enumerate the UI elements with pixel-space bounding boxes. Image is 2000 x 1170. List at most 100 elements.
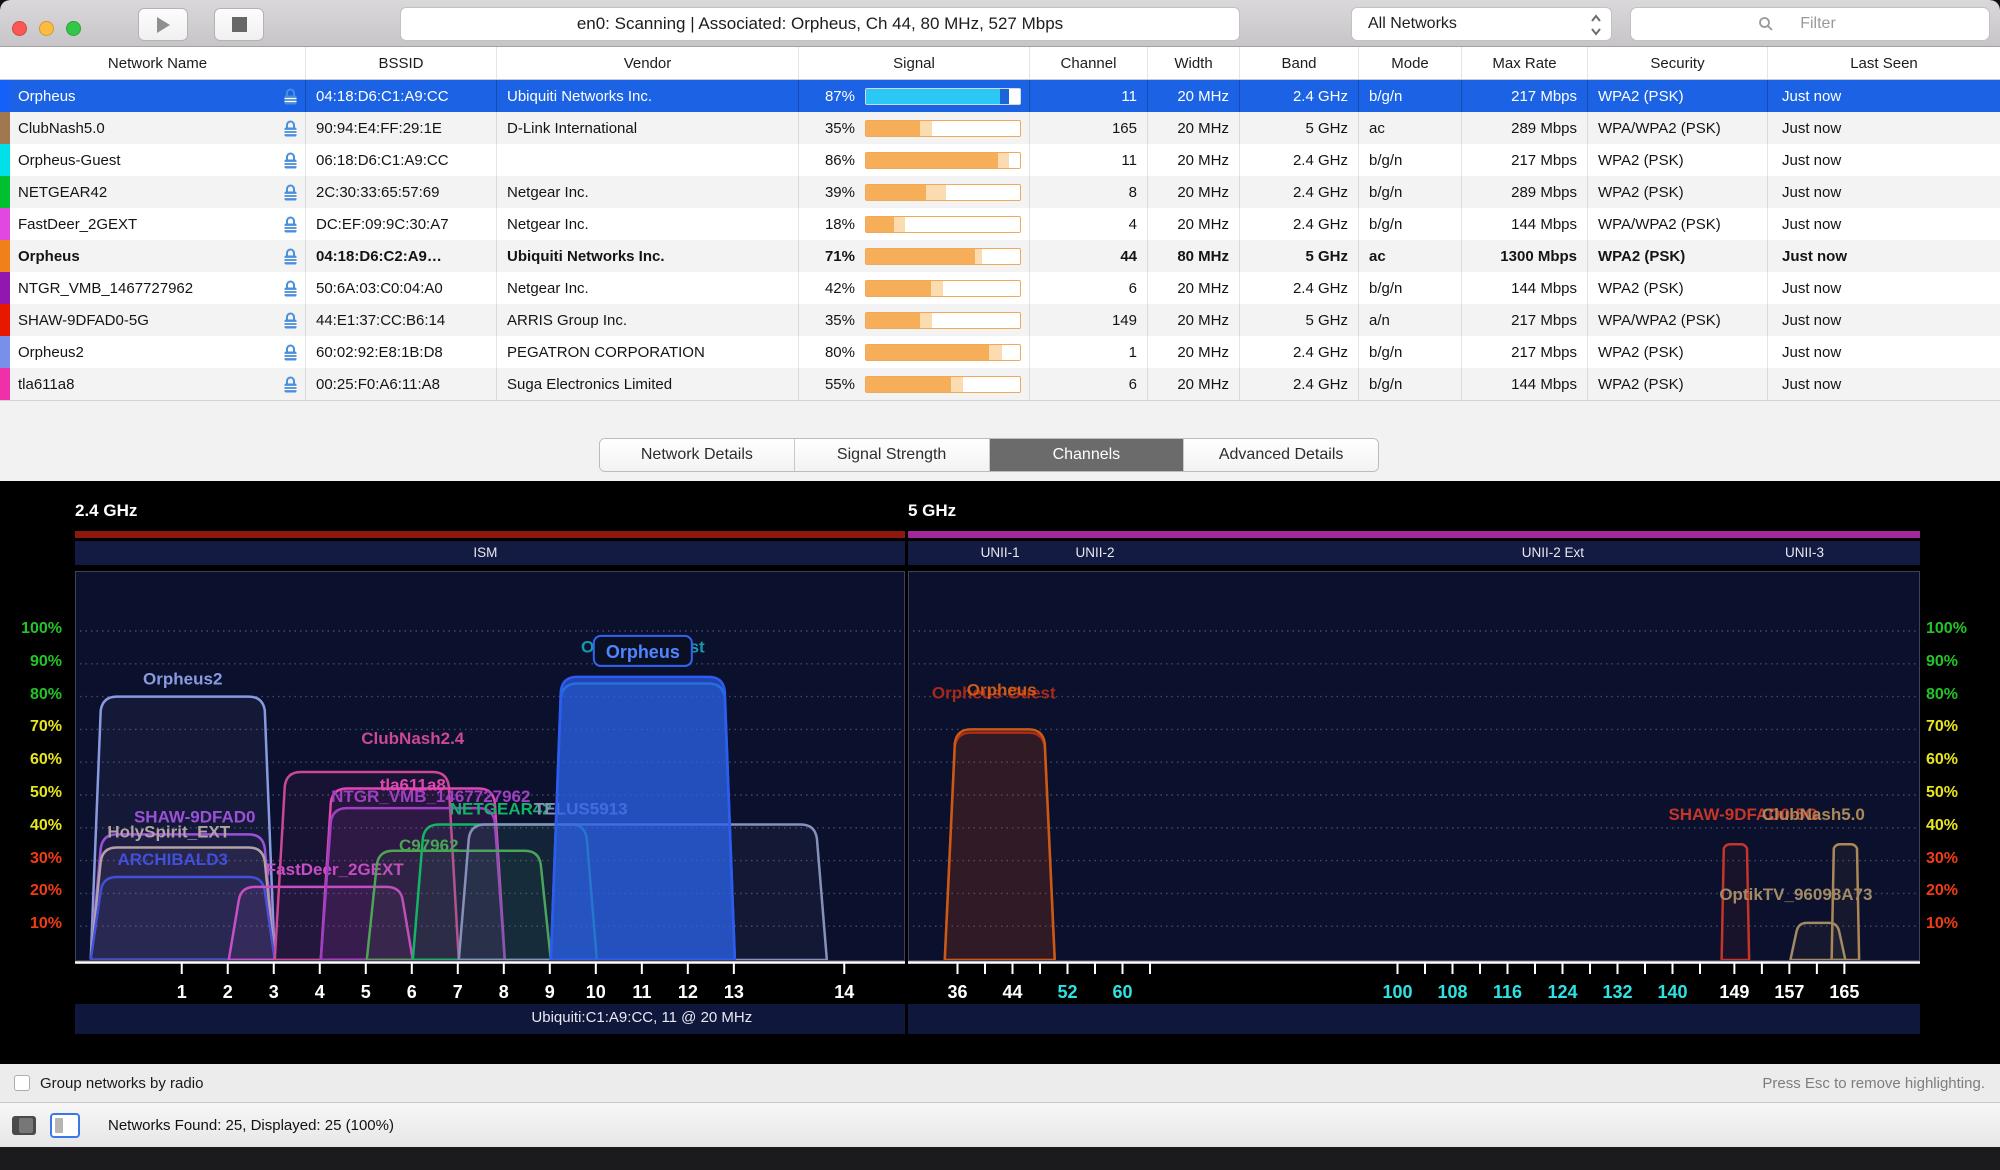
column-header[interactable]: BSSID <box>306 47 497 79</box>
table-row[interactable]: Orpheus-Guest06:18:D6:C1:A9:CC86%1120 MH… <box>0 144 2000 176</box>
charts-section: 10%10%20%20%30%30%40%40%50%50%60%60%70%7… <box>0 481 2000 1064</box>
channel-tick-label: 6 <box>407 982 417 1002</box>
signal-bar-value <box>866 185 926 200</box>
panel-toggle-icon[interactable] <box>50 1113 80 1138</box>
band-cell: 2.4 GHz <box>1240 368 1359 400</box>
close-window-button[interactable] <box>12 21 27 36</box>
channel-tick-label: 52 <box>1057 982 1077 1002</box>
network-curve-Orpheus[interactable]: Orpheus <box>551 636 735 960</box>
chart-footnote-text: Ubiquiti:C1:A9:CC, 11 @ 20 MHz <box>531 1009 752 1026</box>
network-label: ARCHIBALD3 <box>117 850 228 869</box>
signal-cell: 87% <box>799 80 1030 112</box>
y-axis-label-left: 60% <box>6 751 62 769</box>
network-label: HolySpirit_EXT <box>107 822 230 841</box>
lock-icon <box>283 88 298 105</box>
header-stripe-spacer <box>0 47 10 79</box>
signal-cell: 42% <box>799 272 1030 304</box>
seen-cell: Just now <box>1768 336 2000 368</box>
network-name: Orpheus-Guest <box>18 152 283 169</box>
width-cell: 20 MHz <box>1148 112 1240 144</box>
lock-icon-wrap <box>283 184 298 201</box>
lock-icon <box>283 248 298 265</box>
band-cell: 2.4 GHz <box>1240 80 1359 112</box>
zoom-window-button[interactable] <box>66 21 81 36</box>
column-header[interactable]: Signal <box>799 47 1030 79</box>
channel-chart-2.4ghz: 2.4 GHzISMOrpheus2SHAW-9DFAD0HolySpirit_… <box>75 481 905 1064</box>
column-header[interactable]: Network Name <box>10 47 306 79</box>
table-row[interactable]: FastDeer_2GEXTDC:EF:09:9C:30:A7Netgear I… <box>0 208 2000 240</box>
band-segment-label: UNII-2 <box>1075 545 1114 560</box>
network-color-stripe <box>0 240 10 272</box>
channel-tick-label: 3 <box>269 982 279 1002</box>
signal-percent: 80% <box>803 344 855 361</box>
options-row: Group networks by radio Press Esc to rem… <box>0 1064 2000 1102</box>
seen-cell: Just now <box>1768 208 2000 240</box>
network-curve-Orpheus[interactable]: Orpheus <box>945 680 1055 960</box>
band-color-bar <box>908 531 1920 538</box>
tab-signal-strength[interactable]: Signal Strength <box>795 439 990 471</box>
y-axis-label-right: 10% <box>1926 915 1982 933</box>
table-row[interactable]: SHAW-9DFAD0-5G44:E1:37:CC:B6:14ARRIS Gro… <box>0 304 2000 336</box>
networks-found-text: Networks Found: 25, Displayed: 25 (100%) <box>108 1117 394 1134</box>
network-name-cell: SHAW-9DFAD0-5G <box>10 304 306 336</box>
scan-start-button[interactable] <box>138 8 188 41</box>
security-cell: WPA2 (PSK) <box>1588 80 1768 112</box>
channel-tick-label: 165 <box>1829 982 1859 1002</box>
group-by-radio-checkbox[interactable] <box>14 1075 30 1091</box>
y-axis-label-right: 50% <box>1926 784 1982 802</box>
column-header[interactable]: Mode <box>1359 47 1462 79</box>
vendor-cell: PEGATRON CORPORATION <box>497 336 799 368</box>
tab-channels[interactable]: Channels <box>990 439 1185 471</box>
channel-cell: 4 <box>1030 208 1148 240</box>
y-axis-label-left: 50% <box>6 784 62 802</box>
column-header[interactable]: Last Seen <box>1768 47 2000 79</box>
lock-icon-wrap <box>283 312 298 329</box>
table-row[interactable]: Orpheus04:18:D6:C1:A9:CCUbiquiti Network… <box>0 80 2000 112</box>
network-name-cell: NTGR_VMB_1467727962 <box>10 272 306 304</box>
network-name: SHAW-9DFAD0-5G <box>18 312 283 329</box>
table-row[interactable]: Orpheus260:02:92:E8:1B:D8PEGATRON CORPOR… <box>0 336 2000 368</box>
minimize-window-button[interactable] <box>39 21 54 36</box>
tab-advanced-details[interactable]: Advanced Details <box>1184 439 1378 471</box>
table-row[interactable]: Orpheus04:18:D6:C2:A9…Ubiquiti Networks … <box>0 240 2000 272</box>
column-header[interactable]: Band <box>1240 47 1359 79</box>
width-cell: 20 MHz <box>1148 336 1240 368</box>
rate-cell: 217 Mbps <box>1462 80 1588 112</box>
network-name-cell: FastDeer_2GEXT <box>10 208 306 240</box>
security-cell: WPA2 (PSK) <box>1588 272 1768 304</box>
channel-tick-label: 140 <box>1657 982 1687 1002</box>
column-header[interactable]: Channel <box>1030 47 1148 79</box>
view-segmented-control: Network DetailsSignal StrengthChannelsAd… <box>599 438 1379 472</box>
channel-tick-label: 11 <box>632 982 651 1002</box>
sidebar-toggle-icon[interactable] <box>12 1116 36 1135</box>
table-row[interactable]: ClubNash5.090:94:E4:FF:29:1ED-Link Inter… <box>0 112 2000 144</box>
column-header[interactable]: Security <box>1588 47 1768 79</box>
signal-bar-value <box>866 377 951 392</box>
column-header[interactable]: Width <box>1148 47 1240 79</box>
network-name-cell: tla611a8 <box>10 368 306 400</box>
filter-input[interactable] <box>1630 7 1990 41</box>
signal-percent: 55% <box>803 376 855 393</box>
titlebar: en0: Scanning | Associated: Orpheus, Ch … <box>0 0 2000 47</box>
signal-bar-value <box>866 281 931 296</box>
signal-bar-value <box>866 345 989 360</box>
channel-cell: 149 <box>1030 304 1148 336</box>
signal-bar <box>865 344 1021 361</box>
channel-tick-label: 1 <box>177 982 187 1002</box>
channel-tick-label: 116 <box>1493 982 1522 1002</box>
network-color-stripe <box>0 304 10 336</box>
column-header[interactable]: Vendor <box>497 47 799 79</box>
view-tabstrip: Network DetailsSignal StrengthChannelsAd… <box>0 400 2000 481</box>
chevron-up-down-icon <box>1589 13 1603 42</box>
y-axis-label-left: 10% <box>6 915 62 933</box>
network-scope-dropdown[interactable]: All Networks <box>1351 7 1612 41</box>
tab-network-details[interactable]: Network Details <box>600 439 795 471</box>
network-color-stripe <box>0 176 10 208</box>
scan-stop-button[interactable] <box>214 8 264 41</box>
table-row[interactable]: NETGEAR422C:30:33:65:57:69Netgear Inc.39… <box>0 176 2000 208</box>
width-cell: 20 MHz <box>1148 176 1240 208</box>
column-header[interactable]: Max Rate <box>1462 47 1588 79</box>
table-row[interactable]: NTGR_VMB_146772796250:6A:03:C0:04:A0Netg… <box>0 272 2000 304</box>
y-axis-label-right: 100% <box>1926 620 1982 638</box>
table-row[interactable]: tla611a800:25:F0:A6:11:A8Suga Electronic… <box>0 368 2000 400</box>
